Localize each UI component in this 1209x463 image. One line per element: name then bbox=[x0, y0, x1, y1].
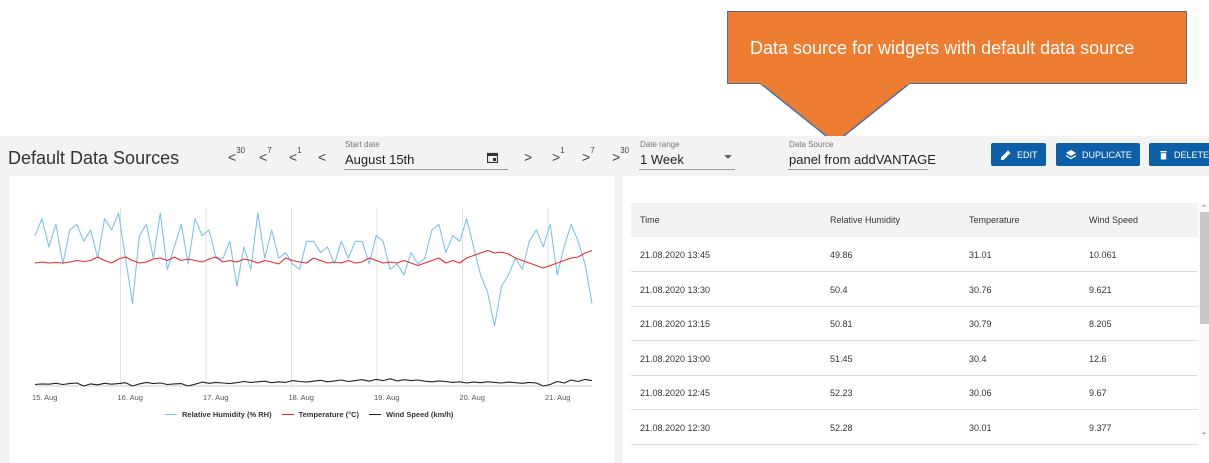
legend-item-temperature[interactable]: Temperature (°C) bbox=[281, 410, 359, 419]
cell-time: 21.08.2020 12:30 bbox=[640, 422, 711, 433]
x-tick-label: 15. Aug bbox=[32, 393, 57, 402]
column-header-humidity[interactable]: Relative Humidity bbox=[830, 215, 900, 225]
cell-temperature: 30.79 bbox=[969, 319, 992, 329]
legend-swatch bbox=[165, 413, 177, 416]
cell-time: 21.08.2020 13:30 bbox=[640, 284, 711, 295]
column-header-wind-speed[interactable]: Wind Speed bbox=[1089, 215, 1138, 225]
cell-time: 21.08.2020 12:45 bbox=[640, 388, 711, 398]
row-divider bbox=[631, 340, 1198, 341]
cell-humidity: 50.4 bbox=[830, 284, 848, 295]
cell-time: 21.08.2020 13:00 bbox=[640, 353, 711, 364]
cell-time: 21.08.2020 13:15 bbox=[640, 319, 711, 329]
chart-legend: Relative Humidity (% RH) Temperature (°C… bbox=[165, 410, 453, 419]
x-tick-label: 21. Aug bbox=[545, 393, 570, 402]
cell-temperature: 30.76 bbox=[969, 284, 992, 295]
legend-swatch bbox=[368, 413, 381, 416]
cell-humidity: 50.81 bbox=[830, 319, 853, 329]
legend-item-wind-speed[interactable]: Wind Speed (km/h) bbox=[368, 410, 454, 419]
cell-time: 21.08.2020 13:45 bbox=[640, 250, 711, 260]
series-wind-speed-line[interactable] bbox=[34, 378, 593, 387]
legend-label: Relative Humidity (% RH) bbox=[182, 410, 272, 419]
cell-wind-speed: 9.67 bbox=[1089, 388, 1107, 398]
x-tick-label: 19. Aug bbox=[374, 393, 399, 402]
cell-wind-speed: 9.621 bbox=[1089, 284, 1112, 295]
cell-wind-speed: 12.6 bbox=[1089, 353, 1107, 364]
x-tick-label: 16. Aug bbox=[118, 393, 143, 402]
x-tick-label: 20. Aug bbox=[460, 393, 485, 402]
row-divider bbox=[631, 305, 1198, 307]
column-header-temperature[interactable]: Temperature bbox=[969, 215, 1020, 225]
cell-wind-speed: 10.061 bbox=[1089, 250, 1117, 260]
legend-item-humidity[interactable]: Relative Humidity (% RH) bbox=[165, 410, 272, 419]
scrollbar-thumb[interactable] bbox=[1200, 212, 1209, 324]
legend-label: Wind Speed (km/h) bbox=[385, 410, 454, 419]
scroll-up-icon[interactable]: ⌃ bbox=[1201, 204, 1207, 212]
cell-wind-speed: 9.377 bbox=[1089, 422, 1112, 433]
x-tick-label: 17. Aug bbox=[203, 393, 228, 402]
cell-humidity: 51.45 bbox=[830, 353, 853, 364]
row-divider bbox=[631, 271, 1198, 272]
app-root: Data source for widgets with default dat… bbox=[0, 0, 1209, 463]
cell-temperature: 31.01 bbox=[969, 250, 992, 260]
column-header-time[interactable]: Time bbox=[640, 215, 660, 225]
row-divider bbox=[631, 409, 1198, 410]
cell-humidity: 52.28 bbox=[830, 422, 853, 433]
row-divider bbox=[631, 443, 1198, 445]
x-tick-label: 18. Aug bbox=[289, 393, 314, 402]
series-temperature-line[interactable] bbox=[34, 249, 593, 269]
legend-swatch bbox=[281, 413, 294, 416]
cell-wind-speed: 8.205 bbox=[1089, 319, 1112, 329]
scroll-down-icon[interactable]: ⌄ bbox=[1201, 428, 1207, 436]
row-divider bbox=[631, 374, 1198, 376]
cell-humidity: 49.86 bbox=[830, 250, 853, 260]
cell-temperature: 30.4 bbox=[969, 353, 987, 364]
cell-temperature: 30.01 bbox=[969, 422, 992, 433]
cell-temperature: 30.06 bbox=[969, 388, 992, 398]
cell-humidity: 52.23 bbox=[830, 388, 853, 398]
series-humidity-line[interactable] bbox=[34, 212, 593, 327]
legend-label: Temperature (°C) bbox=[298, 410, 359, 419]
